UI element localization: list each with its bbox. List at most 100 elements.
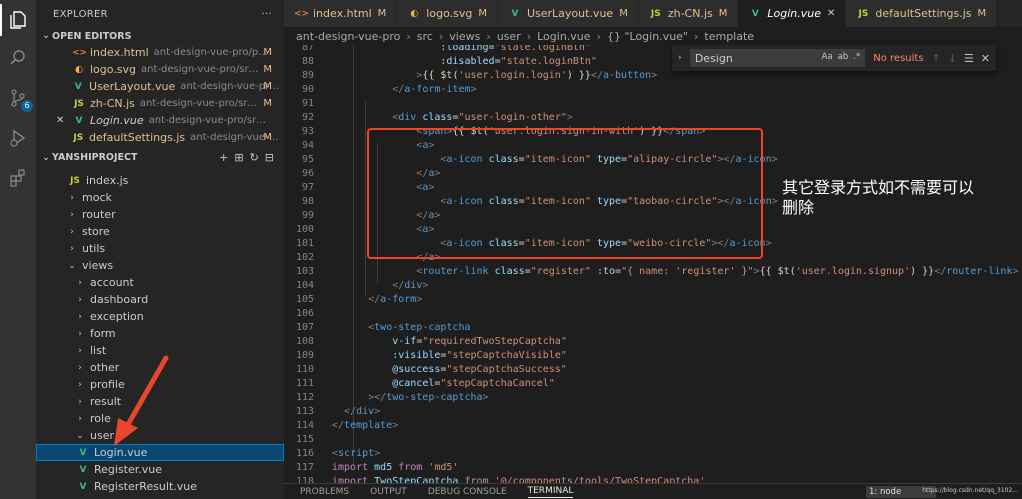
open-editor-item[interactable]: ◐ logo.svg ant-design-vue-pro/src/ass...M <box>36 61 284 78</box>
open-editor-item[interactable]: JS zh-CN.js ant-design-vue-pro/src/loc...M <box>36 95 284 112</box>
tab-problems[interactable]: PROBLEMS <box>300 487 349 497</box>
refresh-button[interactable]: ↻ <box>250 151 259 164</box>
code-line[interactable]: 89 >{{ $t('user.login.login') }}</a-butt… <box>284 69 1022 83</box>
close-find-button[interactable]: ✕ <box>981 52 990 65</box>
chevron-right-icon: › <box>486 29 491 43</box>
find-in-selection-button[interactable]: ☰ <box>964 52 974 65</box>
tree-item-views[interactable]: ⌄ views <box>36 257 284 274</box>
extensions-icon[interactable] <box>6 166 30 190</box>
code-line[interactable]: 104 </div> <box>284 279 1022 293</box>
breadcrumb-item[interactable]: Login.vue <box>537 30 590 43</box>
tree-item-form[interactable]: › form <box>36 325 284 342</box>
code-line[interactable]: 103 <router-link class="register" :to="{… <box>284 265 1022 279</box>
explorer-icon[interactable] <box>0 4 30 36</box>
previous-match-button[interactable]: ↑ <box>931 52 940 65</box>
breadcrumb-item[interactable]: views <box>449 30 480 43</box>
tree-item-registerresult-vue[interactable]: V RegisterResult.vue <box>36 478 284 495</box>
code-line[interactable]: 92 <div class="user-login-other"> <box>284 111 1022 125</box>
open-editors-header[interactable]: ⌄ OPEN EDITORS <box>36 28 284 44</box>
tree-item-role[interactable]: › role <box>36 410 284 427</box>
code-line[interactable]: 111 @cancel="stepCaptchaCancel" <box>284 377 1022 391</box>
new-folder-button[interactable]: ⊞ <box>234 151 243 164</box>
tree-item-dashboard[interactable]: › dashboard <box>36 291 284 308</box>
tree-item-exception[interactable]: › exception <box>36 308 284 325</box>
tree-item-account[interactable]: › account <box>36 274 284 291</box>
breadcrumb-item[interactable]: user <box>497 30 521 43</box>
code-token: "stepCaptchaCancel" <box>440 378 555 389</box>
bottom-panel: PROBLEMS OUTPUT DEBUG CONSOLE TERMINAL 1… <box>284 483 1022 499</box>
close-icon[interactable]: ✕ <box>56 115 68 126</box>
chevron-right-icon[interactable]: › <box>678 53 690 63</box>
explorer-more-button[interactable]: ··· <box>262 9 272 20</box>
tree-item-mock[interactable]: › mock <box>36 189 284 206</box>
code-line[interactable]: 109 :visible="stepCaptchaVisible" <box>284 349 1022 363</box>
code-line[interactable]: 115 <box>284 433 1022 447</box>
open-editor-item[interactable]: <> index.html ant-design-vue-pro/public M <box>36 44 284 61</box>
tree-item-list[interactable]: › list <box>36 342 284 359</box>
open-editor-path: ant-design-vue-pro/src/loc... <box>139 98 260 109</box>
new-file-button[interactable]: + <box>219 151 228 164</box>
regex-toggle[interactable]: .* <box>853 52 860 62</box>
tab-defaultsettings-js[interactable]: JS defaultSettings.js M <box>846 0 998 27</box>
tab-logo-svg[interactable]: ◐ logo.svg M <box>397 0 498 27</box>
breadcrumb-item[interactable]: {} "Login.vue" <box>607 30 688 43</box>
chevron-right-icon: › <box>406 29 411 43</box>
source-control-icon[interactable]: 6 <box>6 86 33 112</box>
tree-item-label: index.js <box>86 174 129 187</box>
tree-item-result[interactable]: › result <box>36 393 284 410</box>
project-header[interactable]: ⌄ YANSHIPROJECT + ⊞ ↻ ⊟ <box>36 148 284 166</box>
tree-item-profile[interactable]: › profile <box>36 376 284 393</box>
tree-item-index-js[interactable]: JS index.js <box>36 172 284 189</box>
chevron-right-icon: › <box>78 396 82 407</box>
chevron-right-icon: › <box>438 29 444 43</box>
open-editor-item[interactable]: V UserLayout.vue ant-design-vue-pro/... M <box>36 78 284 95</box>
code-line[interactable]: 90 </a-form-item> <box>284 83 1022 97</box>
tree-item-utils[interactable]: › utils <box>36 240 284 257</box>
code-line[interactable]: 107 <two-step-captcha <box>284 321 1022 335</box>
tab-debug-console[interactable]: DEBUG CONSOLE <box>428 487 507 497</box>
code-line[interactable]: 108 v-if="requiredTwoStepCaptcha" <box>284 335 1022 349</box>
search-icon[interactable] <box>6 46 30 70</box>
next-match-button[interactable]: ↓ <box>948 52 957 65</box>
code-line[interactable]: 113 </div> <box>284 405 1022 419</box>
code-line[interactable]: 117 import md5 from 'md5' <box>284 461 1022 475</box>
tab-zh-cn-js[interactable]: JS zh-CN.js M <box>638 0 739 27</box>
tree-item-register-vue[interactable]: V Register.vue <box>36 461 284 478</box>
code-line[interactable]: 91 <box>284 97 1022 111</box>
code-line[interactable]: 114 </template> <box>284 419 1022 433</box>
collapse-all-button[interactable]: ⊟ <box>265 151 274 164</box>
code-line[interactable]: 110 @success="stepCaptchaSuccess" <box>284 363 1022 377</box>
tab-git-status: M <box>377 8 387 19</box>
breadcrumb-item[interactable]: template <box>704 30 754 43</box>
tree-item-user[interactable]: ⌄ user <box>36 427 284 444</box>
tree-item-store[interactable]: › store <box>36 223 284 240</box>
tree-item-other[interactable]: › other <box>36 359 284 376</box>
tree-item-router[interactable]: › router <box>36 206 284 223</box>
code-token: :disabled <box>440 56 495 67</box>
tab-login-vue[interactable]: V Login.vue ✕ <box>738 0 847 27</box>
tree-item-login-vue[interactable]: V Login.vue <box>36 444 284 461</box>
find-input[interactable]: Design Aa ab .* <box>689 49 866 67</box>
whole-word-toggle[interactable]: ab <box>838 52 849 62</box>
tab-index-html[interactable]: <> index.html M <box>284 0 398 27</box>
code-editor[interactable]: 87 :loading="state.loginBtn" 88 :disabled… <box>284 45 1022 483</box>
code-line[interactable]: 118 import TwoStepCaptcha from '@/compone… <box>284 475 1022 483</box>
tab-userlayout-vue[interactable]: V UserLayout.vue M <box>497 0 639 27</box>
open-editor-item[interactable]: JS defaultSettings.js ant-design-vue-pr...… <box>36 129 284 146</box>
close-icon[interactable]: ✕ <box>827 8 835 19</box>
code-line[interactable]: 106 <box>284 307 1022 321</box>
breadcrumb-item[interactable]: src <box>417 30 433 43</box>
js-file-icon: JS <box>858 8 869 19</box>
tab-terminal[interactable]: TERMINAL <box>527 486 574 498</box>
open-editors-label: OPEN EDITORS <box>52 30 132 42</box>
debug-icon[interactable] <box>6 126 30 150</box>
match-case-toggle[interactable]: Aa <box>822 52 833 62</box>
code-line[interactable]: 112 ></two-step-captcha> <box>284 391 1022 405</box>
open-editor-item[interactable]: ✕ V Login.vue ant-design-vue-pro/src/views/… <box>36 112 284 129</box>
code-line[interactable]: 105 </a-form> <box>284 293 1022 307</box>
tab-output[interactable]: OUTPUT <box>370 487 407 497</box>
breadcrumb-item[interactable]: ant-design-vue-pro <box>296 30 400 43</box>
tree-item-404-vue[interactable]: V404.vue <box>36 495 284 499</box>
code-line[interactable]: 116 <script> <box>284 447 1022 461</box>
code-text: >{{ $t('user.login.login') }}</a-button> <box>332 70 657 81</box>
